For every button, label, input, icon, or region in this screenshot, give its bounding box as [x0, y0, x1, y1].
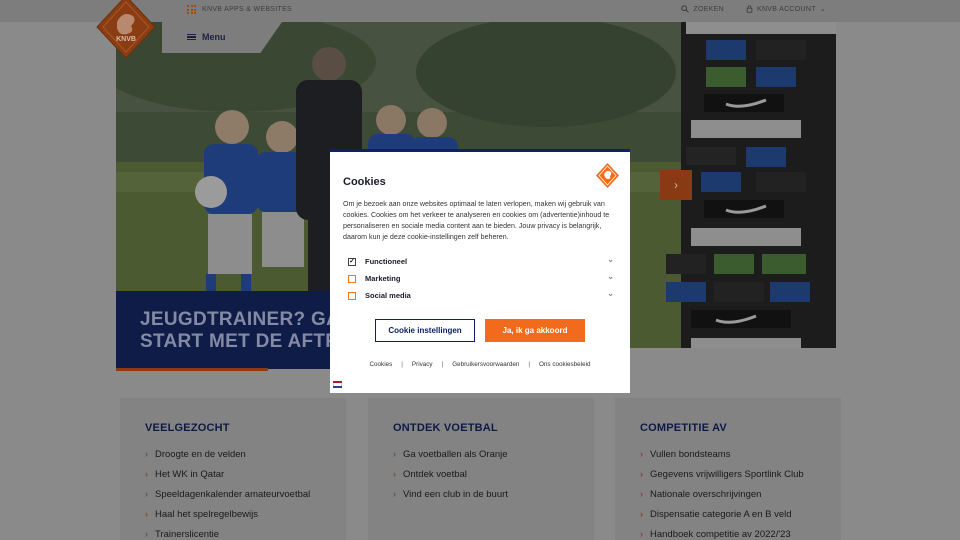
privacy-link[interactable]: Privacy: [412, 361, 433, 368]
list-item[interactable]: › Speeldagenkalender amateurvoetbal: [145, 484, 310, 504]
separator: |: [401, 361, 403, 368]
hero-headline: JEUGDTRAINER? GA C START MET DE AFTRA: [140, 309, 359, 352]
list-item[interactable]: › Dispensatie categorie A en B veld: [640, 504, 804, 524]
search-icon: [681, 5, 690, 13]
chevron-right-icon: ›: [640, 489, 643, 499]
knvb-logo-small: [596, 163, 619, 188]
menu-label: Menu: [202, 32, 226, 42]
logo-text: KNVB: [116, 36, 136, 43]
list-item-label: Vullen bondsteams: [650, 448, 731, 460]
account-label: KNVB ACCOUNT: [756, 5, 816, 13]
cookie-policy-link[interactable]: Ons cookiesbeleid: [539, 361, 590, 368]
chevron-right-icon: ›: [145, 469, 148, 479]
cookie-option-functioneel[interactable]: ✓ Functioneel ⌄: [348, 255, 614, 266]
card-title: COMPETITIE AV: [640, 422, 727, 434]
terms-link[interactable]: Gebruikersvoorwaarden: [452, 361, 519, 368]
card-title: VEELGEZOCHT: [145, 422, 230, 434]
list-item[interactable]: › Vullen bondsteams: [640, 444, 804, 464]
checkbox-social-media[interactable]: [348, 291, 356, 300]
list-item-label: Handboek competitie av 2022/'23: [650, 528, 791, 540]
chevron-down-icon: ⌄: [819, 6, 826, 13]
list-item-label: Speeldagenkalender amateurvoetbal: [155, 488, 311, 500]
apps-websites-link[interactable]: KNVB APPS & WEBSITES: [187, 5, 292, 14]
cookies-link[interactable]: Cookies: [370, 361, 393, 368]
chevron-right-icon: ›: [145, 449, 148, 459]
chevron-right-icon: ›: [640, 449, 643, 459]
chevron-right-icon: ›: [393, 449, 396, 459]
chevron-right-icon: ›: [145, 529, 148, 539]
chevron-down-icon[interactable]: ⌄: [607, 255, 614, 264]
cookie-settings-button[interactable]: Cookie instellingen: [375, 319, 475, 342]
list-item[interactable]: › Droogte en de velden: [145, 444, 310, 464]
cookie-dialog-title: Cookies: [343, 176, 386, 188]
knvb-logo[interactable]: KNVB: [95, 0, 157, 60]
cookie-description: Om je bezoek aan onze websites optimaal …: [343, 200, 610, 241]
apps-websites-label: KNVB APPS & WEBSITES: [202, 6, 293, 13]
chevron-down-icon[interactable]: ⌄: [607, 272, 614, 281]
chevron-right-icon: ›: [145, 509, 148, 519]
chevron-right-icon: ›: [640, 509, 643, 519]
list-item-label: Ontdek voetbal: [403, 468, 467, 480]
list-item[interactable]: › Nationale overschrijvingen: [640, 484, 804, 504]
accept-cookies-button[interactable]: Ja, ik ga akkoord: [485, 319, 585, 342]
cookie-consent-dialog: Cookies Om je bezoek aan onze websites o…: [330, 149, 630, 393]
card-ontdek-voetbal: ONTDEK VOETBAL › Ga voetballen als Oranje…: [368, 398, 594, 540]
cookie-option-social-media[interactable]: Social media ⌄: [348, 289, 614, 300]
list-item-label: Dispensatie categorie A en B veld: [650, 508, 792, 520]
search-label: ZOEKEN: [693, 5, 724, 13]
carousel-next-button[interactable]: ›: [660, 170, 692, 200]
hero-progress-bar: [116, 368, 268, 371]
list-item-label: Gegevens vrijwilligers Sportlink Club: [650, 468, 804, 480]
list-item[interactable]: › Handboek competitie av 2022/'23: [640, 524, 804, 540]
chevron-right-icon: ›: [640, 529, 643, 539]
option-label: Marketing: [365, 274, 401, 283]
chevron-right-icon: ›: [393, 489, 396, 499]
list-item-label: Vind een club in de buurt: [403, 488, 508, 500]
card-veelgezocht: VEELGEZOCHT › Droogte en de velden › Het W…: [120, 398, 346, 540]
list-item[interactable]: › Vind een club in de buurt: [393, 484, 508, 504]
separator: |: [441, 361, 444, 368]
account-link[interactable]: KNVB ACCOUNT ⌄: [746, 5, 826, 13]
list-item[interactable]: › Haal het spelregelbewijs: [145, 504, 310, 524]
chevron-right-icon: ›: [674, 178, 678, 192]
checkbox-marketing[interactable]: [348, 274, 356, 283]
checkbox-functioneel[interactable]: ✓: [348, 257, 356, 266]
chevron-right-icon: ›: [640, 469, 643, 479]
chevron-right-icon: ›: [393, 469, 396, 479]
lock-icon: [746, 5, 753, 13]
list-item[interactable]: › Gegevens vrijwilligers Sportlink Club: [640, 464, 804, 484]
option-label: Functioneel: [365, 257, 408, 266]
chevron-right-icon: ›: [145, 489, 148, 499]
card-title: ONTDEK VOETBAL: [393, 422, 498, 434]
list-item[interactable]: › Trainerslicentie: [145, 524, 310, 540]
list-item-label: Nationale overschrijvingen: [650, 488, 762, 500]
list-item[interactable]: › Het WK in Qatar: [145, 464, 310, 484]
list-item-label: Droogte en de velden: [155, 448, 246, 460]
list-item-label: Haal het spelregelbewijs: [155, 508, 258, 520]
separator: |: [528, 361, 531, 368]
cookie-option-marketing[interactable]: Marketing ⌄: [348, 272, 614, 283]
card-competitie-av: COMPETITIE AV › Vullen bondsteams › Gegeve…: [615, 398, 841, 540]
apps-grid-icon: [187, 5, 196, 14]
hamburger-icon: [187, 33, 196, 41]
cookie-footer-links: Cookies | Privacy | Gebruikersvoorwaarde…: [330, 361, 630, 368]
option-label: Social media: [365, 291, 411, 300]
hero-headline-banner[interactable]: JEUGDTRAINER? GA C START MET DE AFTRA: [116, 291, 366, 369]
list-item-label: Ga voetballen als Oranje: [403, 448, 508, 460]
chevron-down-icon[interactable]: ⌄: [607, 289, 614, 298]
search-link[interactable]: ZOEKEN: [681, 5, 724, 13]
list-item[interactable]: › Ga voetballen als Oranje: [393, 444, 508, 464]
dutch-flag-icon[interactable]: [333, 381, 342, 388]
list-item[interactable]: › Ontdek voetbal: [393, 464, 508, 484]
list-item-label: Trainerslicentie: [155, 528, 220, 540]
list-item-label: Het WK in Qatar: [155, 468, 225, 480]
